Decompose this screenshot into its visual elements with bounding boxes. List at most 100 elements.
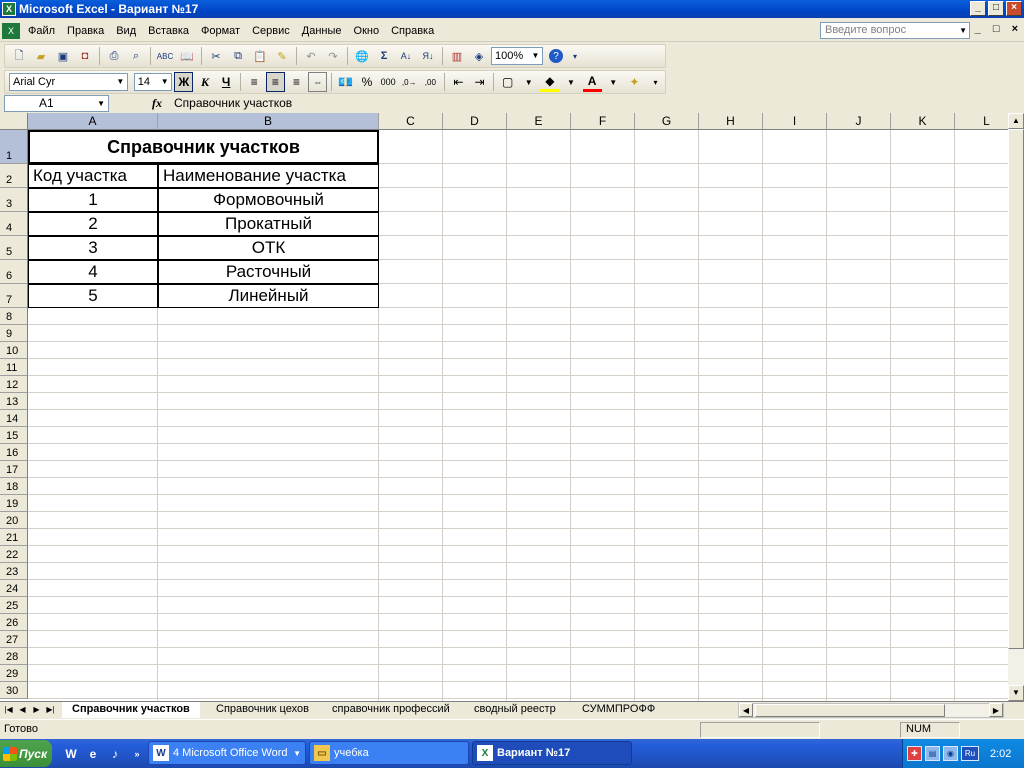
column-header[interactable]: E — [507, 113, 571, 130]
column-header[interactable]: B — [158, 113, 379, 130]
thousands-button[interactable]: 000 — [379, 72, 398, 92]
chevron-down-icon[interactable]: ▼ — [959, 23, 967, 38]
row-header[interactable]: 27 — [0, 631, 28, 648]
column-header[interactable]: H — [699, 113, 763, 130]
menu-format[interactable]: Формат — [195, 21, 246, 41]
row-header[interactable]: 6 — [0, 260, 28, 284]
row-header[interactable]: 30 — [0, 682, 28, 699]
chevron-down-icon[interactable]: ▼ — [530, 49, 541, 63]
align-center-icon[interactable]: ≡ — [265, 72, 285, 92]
column-header[interactable]: G — [635, 113, 699, 130]
help-icon[interactable]: ? — [549, 49, 563, 63]
row-header[interactable]: 22 — [0, 546, 28, 563]
increase-decimal-icon[interactable]: ,0→ — [400, 72, 419, 92]
zoom-select[interactable]: 100% ▼ — [491, 47, 543, 65]
scroll-thumb[interactable] — [1008, 129, 1024, 649]
row-header[interactable]: 8 — [0, 308, 28, 325]
vertical-scrollbar[interactable]: ▲ ▼ — [1008, 113, 1024, 701]
fill-color-icon[interactable]: ◆ — [540, 72, 560, 92]
sort-ascending-icon[interactable]: A↓ — [396, 46, 416, 66]
row-header[interactable]: 26 — [0, 614, 28, 631]
word-icon[interactable]: W — [62, 745, 80, 763]
table-cell[interactable]: Прокатный — [158, 212, 379, 236]
row-header[interactable]: 19 — [0, 495, 28, 512]
doc-minimize-button[interactable]: _ — [975, 23, 981, 35]
table-cell[interactable]: 4 — [28, 260, 158, 284]
research-icon[interactable]: 📖 — [177, 46, 197, 66]
task-word[interactable]: W 4 Microsoft Office Word ▼ — [148, 741, 306, 765]
row-header[interactable]: 28 — [0, 648, 28, 665]
chart-wizard-icon[interactable]: ▥ — [447, 46, 467, 66]
menu-file[interactable]: Файл — [22, 21, 61, 41]
row-header[interactable]: 5 — [0, 236, 28, 260]
decrease-indent-icon[interactable]: ⇤ — [449, 72, 468, 92]
print-icon[interactable]: ⎙ — [104, 46, 124, 66]
sheet-tab[interactable]: справочник профессий — [322, 702, 460, 718]
print-preview-icon[interactable]: ⌕ — [126, 46, 146, 66]
column-header[interactable]: A — [28, 113, 158, 130]
row-header[interactable]: 12 — [0, 376, 28, 393]
hyperlink-icon[interactable]: 🌐 — [352, 46, 372, 66]
column-header[interactable]: I — [763, 113, 827, 130]
cut-icon[interactable]: ✂ — [206, 46, 226, 66]
scroll-thumb-horizontal[interactable] — [755, 704, 945, 717]
format-painter-icon[interactable]: ✎ — [272, 46, 292, 66]
merge-center-icon[interactable]: ⇔ — [308, 72, 328, 92]
chevron-down-icon[interactable]: ▼ — [604, 72, 623, 92]
align-left-icon[interactable]: ≡ — [245, 72, 264, 92]
chevron-down-icon[interactable]: ▼ — [115, 75, 126, 89]
column-header[interactable]: C — [379, 113, 443, 130]
increase-indent-icon[interactable]: ⇥ — [470, 72, 489, 92]
row-header[interactable]: 29 — [0, 665, 28, 682]
sort-descending-icon[interactable]: Я↓ — [418, 46, 438, 66]
underline-button[interactable]: Ч — [217, 72, 236, 92]
minimize-button[interactable]: _ — [970, 1, 986, 16]
row-header[interactable]: 7 — [0, 284, 28, 308]
row-header[interactable]: 14 — [0, 410, 28, 427]
font-color-icon[interactable]: A — [582, 72, 602, 92]
internet-explorer-icon[interactable]: e — [84, 745, 102, 763]
column-header[interactable]: D — [443, 113, 507, 130]
undo-icon[interactable]: ↶ — [301, 46, 321, 66]
row-header[interactable]: 25 — [0, 597, 28, 614]
first-sheet-icon[interactable]: |◀ — [2, 702, 15, 718]
new-icon[interactable]: 🗋 — [9, 46, 29, 66]
formula-content[interactable]: Справочник участков — [174, 96, 292, 110]
row-header[interactable]: 13 — [0, 393, 28, 410]
sheet-tab[interactable]: Справочник цехов — [206, 702, 319, 718]
row-header[interactable]: 15 — [0, 427, 28, 444]
media-icon[interactable]: ♪ — [106, 745, 124, 763]
row-header[interactable]: 24 — [0, 580, 28, 597]
row-header[interactable]: 11 — [0, 359, 28, 376]
row-header[interactable]: 1 — [0, 130, 28, 164]
row-header[interactable]: 3 — [0, 188, 28, 212]
italic-button[interactable]: К — [195, 72, 214, 92]
currency-icon[interactable]: 💶 — [336, 72, 355, 92]
column-header[interactable]: F — [571, 113, 635, 130]
horizontal-scrollbar[interactable]: ◀ ▶ — [738, 703, 1004, 718]
sheet-tab[interactable]: Справочник участков — [62, 702, 200, 718]
scroll-right-icon[interactable]: ▶ — [989, 703, 1003, 717]
save-icon[interactable]: ▣ — [53, 46, 73, 66]
language-indicator[interactable]: Ru — [961, 746, 979, 761]
name-box[interactable]: A1 ▼ — [4, 95, 109, 112]
permission-icon[interactable]: ◘ — [75, 46, 95, 66]
doc-close-button[interactable]: × — [1012, 23, 1018, 35]
table-cell[interactable]: 2 — [28, 212, 158, 236]
chevron-right-icon[interactable]: » — [128, 745, 146, 763]
styles-icon[interactable]: ✦ — [625, 72, 644, 92]
paste-icon[interactable]: 📋 — [250, 46, 270, 66]
row-header[interactable]: 23 — [0, 563, 28, 580]
table-cell[interactable]: Формовочный — [158, 188, 379, 212]
document-icon[interactable]: X — [2, 22, 20, 39]
table-cell[interactable]: 1 — [28, 188, 158, 212]
font-name-select[interactable]: Arial Cyr ▼ — [9, 73, 128, 91]
header-cell[interactable]: Код участка — [28, 164, 158, 188]
row-header[interactable]: 17 — [0, 461, 28, 478]
chevron-down-icon[interactable]: ▼ — [561, 72, 580, 92]
spelling-icon[interactable]: ABC — [155, 46, 175, 66]
align-right-icon[interactable]: ≡ — [287, 72, 306, 92]
table-cell[interactable]: ОТК — [158, 236, 379, 260]
doc-restore-button[interactable]: □ — [993, 23, 1000, 35]
bold-button[interactable]: Ж — [174, 72, 194, 92]
